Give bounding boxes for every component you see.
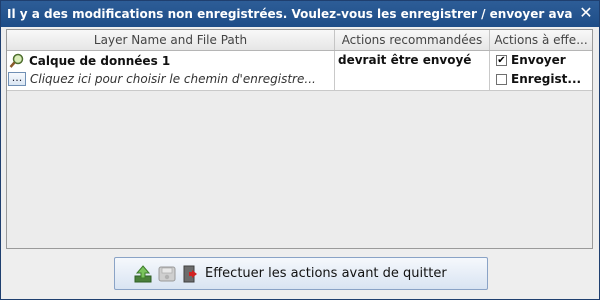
layer-name-line: Calque de données 1 (9, 53, 170, 69)
send-label: Envoyer (511, 53, 566, 67)
magnifier-icon (9, 53, 25, 69)
path-placeholder[interactable]: Cliquez ici pour choisir le chemin d'enr… (30, 72, 316, 86)
column-header-recommended-actions[interactable]: Actions recommandées (335, 30, 490, 50)
layers-table: Layer Name and File Path Actions recomma… (6, 29, 593, 249)
upload-icon (133, 264, 153, 284)
close-icon[interactable]: ✕ (578, 5, 594, 21)
send-option[interactable]: ✔ Envoyer (496, 53, 566, 67)
save-icon (157, 264, 177, 284)
table-row: Calque de données 1 ... Cliquez ici pour… (7, 51, 592, 91)
save-label: Enregist... (511, 72, 582, 86)
layer-name: Calque de données 1 (29, 54, 171, 68)
exit-icon (181, 264, 201, 284)
perform-actions-label: Effectuer les actions avant de quitter (205, 266, 447, 281)
column-header-layer-path[interactable]: Layer Name and File Path (7, 30, 335, 50)
unsaved-changes-dialog: Il y a des modifications non enregistrée… (0, 0, 600, 300)
table-header: Layer Name and File Path Actions recomma… (7, 30, 592, 51)
save-option[interactable]: Enregist... (496, 72, 581, 86)
recommended-action-cell: devrait être envoyé (335, 51, 490, 90)
send-checkbox[interactable]: ✔ (496, 54, 507, 66)
dialog-title: Il y a des modifications non enregistrée… (7, 7, 573, 21)
save-checkbox[interactable] (496, 73, 507, 85)
perform-actions-button[interactable]: Effectuer les actions avant de quitter (114, 257, 488, 290)
actions-cell: ✔ Envoyer Enregist... (490, 51, 592, 90)
path-line: ... Cliquez ici pour choisir le chemin d… (8, 71, 333, 87)
recommended-action: devrait être envoyé (338, 53, 472, 67)
title-bar: Il y a des modifications non enregistrée… (1, 1, 599, 27)
layer-cell: Calque de données 1 ... Cliquez ici pour… (7, 51, 335, 90)
column-header-actions-to-perform[interactable]: Actions à effe... (490, 30, 592, 50)
choose-path-button[interactable]: ... (8, 72, 26, 86)
